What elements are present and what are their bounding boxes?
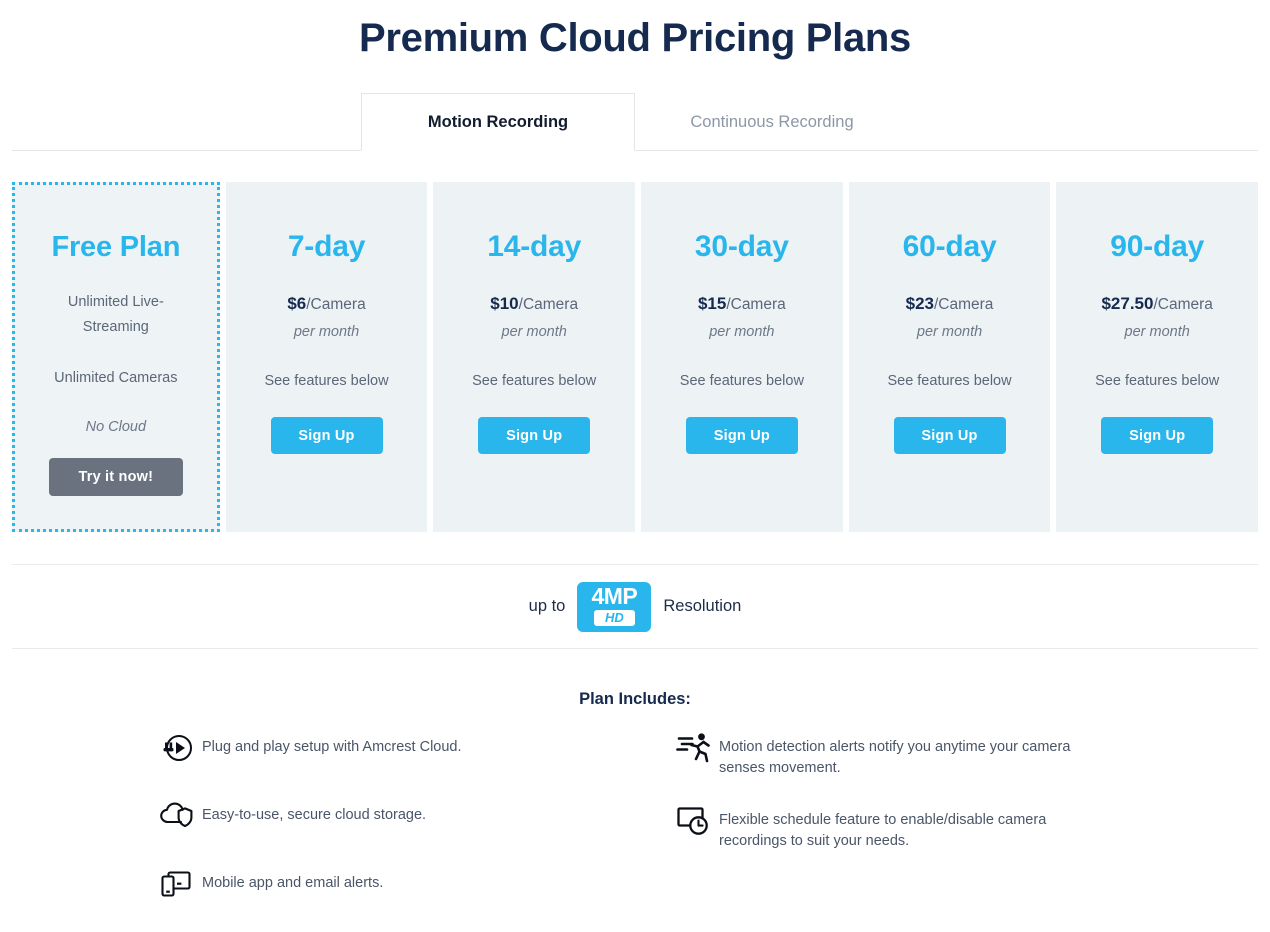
sign-up-button[interactable]: Sign Up: [1101, 417, 1214, 454]
plan-name: 14-day: [487, 230, 582, 263]
plan-card-30-day[interactable]: 30-day $15/Camera per month See features…: [641, 182, 843, 532]
plan-name: 7-day: [287, 230, 366, 263]
plan-card-7-day[interactable]: 7-day $6/Camera per month See features b…: [225, 182, 428, 532]
plan-price-unit: /Camera: [1153, 296, 1213, 313]
tab-motion-recording[interactable]: Motion Recording: [361, 93, 635, 151]
divider-below-resolution: [12, 648, 1258, 649]
plan-price: $27.50/Camera: [1101, 294, 1212, 315]
badge-hd-label: HD: [593, 610, 635, 626]
plan-includes-right-column: Motion detection alerts notify you anyti…: [635, 728, 1270, 932]
plan-price-amount: $10: [490, 294, 519, 313]
plan-card-60-day[interactable]: 60-day $23/Camera per month See features…: [848, 182, 1051, 532]
plan-price-period: per month: [1124, 324, 1190, 340]
plan-includes-title: Plan Includes:: [579, 690, 691, 708]
plan-price-period: per month: [501, 324, 567, 340]
plan-features-note: See features below: [1095, 373, 1220, 389]
tabs-underline: [12, 150, 1258, 151]
page-title: Premium Cloud Pricing Plans: [358, 16, 912, 60]
feature-item-motion-detection: Motion detection alerts notify you anyti…: [675, 728, 1270, 779]
feature-text: Mobile app and email alerts.: [202, 875, 384, 891]
sign-up-button[interactable]: Sign Up: [270, 417, 383, 454]
feature-item-mobile-alerts: Mobile app and email alerts.: [158, 864, 635, 904]
plug-play-icon: [158, 728, 202, 768]
tab-continuous-recording-label: Continuous Recording: [690, 112, 854, 131]
plan-feature-cameras: Unlimited Cameras: [54, 370, 178, 386]
feature-item-cloud-storage: Easy-to-use, secure cloud storage.: [158, 796, 635, 836]
plan-price-period: per month: [916, 324, 983, 340]
plan-features-note: See features below: [679, 373, 804, 389]
feature-text: Plug and play setup with Amcrest Cloud.: [202, 739, 462, 755]
badge-main-label: 4MP: [591, 583, 638, 609]
resolution-suffix: Resolution: [663, 597, 742, 615]
resolution-4mp-hd-badge-icon: 4MP HD: [577, 581, 652, 632]
plan-name: 60-day: [902, 230, 997, 263]
plan-price-unit: /Camera: [518, 296, 579, 313]
feature-text: Motion detection alerts notify you anyti…: [719, 739, 1071, 776]
plan-price-amount: $23: [905, 294, 934, 313]
cloud-shield-icon: [158, 796, 202, 836]
plan-price-unit: /Camera: [933, 296, 994, 313]
plan-card-90-day[interactable]: 90-day $27.50/Camera per month See featu…: [1056, 182, 1259, 532]
tab-continuous-recording[interactable]: Continuous Recording: [635, 93, 909, 151]
plan-price-amount: $6: [287, 294, 307, 313]
sign-up-button[interactable]: Sign Up: [893, 417, 1006, 454]
sign-up-button[interactable]: Sign Up: [478, 417, 591, 454]
plan-price: $6/Camera: [287, 294, 365, 315]
plan-features-note: See features below: [472, 373, 597, 389]
plan-feature-no-cloud: No Cloud: [85, 419, 147, 435]
plan-price-period: per month: [709, 324, 775, 340]
plan-name: 30-day: [694, 230, 789, 263]
plan-includes-grid: Plug and play setup with Amcrest Cloud. …: [0, 728, 1270, 932]
resolution-row: up to 4MP HD Resolution: [0, 565, 1270, 648]
feature-text: Flexible schedule feature to enable/disa…: [719, 812, 1047, 849]
schedule-clock-icon: [675, 801, 719, 841]
plan-price-period: per month: [293, 324, 360, 340]
mobile-devices-icon: [158, 864, 202, 904]
feature-text: Easy-to-use, secure cloud storage.: [202, 807, 427, 823]
plan-price-amount: $27.50: [1101, 294, 1154, 313]
motion-running-icon: [675, 728, 719, 768]
sign-up-button[interactable]: Sign Up: [685, 417, 798, 454]
plan-price-unit: /Camera: [306, 296, 366, 313]
feature-item-plug-and-play: Plug and play setup with Amcrest Cloud.: [158, 728, 635, 768]
plan-feature-live-streaming: Unlimited Live-Streaming: [67, 294, 164, 335]
plan-price: $23/Camera: [906, 294, 994, 315]
resolution-prefix: up to: [528, 597, 566, 615]
plan-name: 90-day: [1110, 230, 1205, 263]
plan-card-14-day[interactable]: 14-day $10/Camera per month See features…: [433, 182, 636, 532]
tabs-bar: Motion Recording Continuous Recording: [0, 93, 1270, 151]
pricing-cards-row: Free Plan Unlimited Live-Streaming Unlim…: [12, 182, 1259, 532]
tab-motion-recording-label: Motion Recording: [427, 112, 569, 131]
plan-features-note: See features below: [887, 373, 1012, 389]
plan-card-free[interactable]: Free Plan Unlimited Live-Streaming Unlim…: [12, 182, 220, 532]
plan-price-unit: /Camera: [726, 296, 786, 313]
plan-name: Free Plan: [51, 231, 181, 263]
plan-includes-left-column: Plug and play setup with Amcrest Cloud. …: [0, 728, 635, 932]
try-it-now-button[interactable]: Try it now!: [48, 458, 183, 496]
feature-item-flexible-schedule: Flexible schedule feature to enable/disa…: [675, 801, 1270, 852]
plan-features-note: See features below: [264, 373, 389, 389]
plan-price: $15/Camera: [698, 294, 786, 315]
plan-price: $10/Camera: [490, 294, 578, 315]
plan-price-amount: $15: [697, 294, 727, 313]
